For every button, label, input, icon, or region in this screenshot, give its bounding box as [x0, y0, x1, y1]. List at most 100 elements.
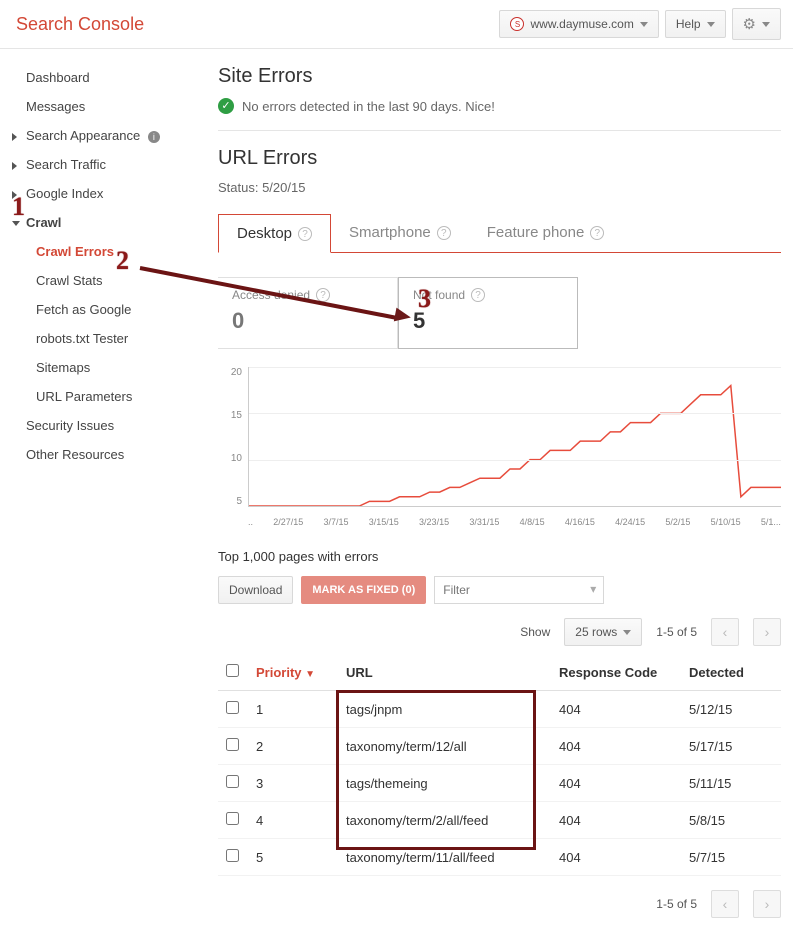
prev-page-button[interactable]: ‹ [711, 618, 739, 646]
row-checkbox[interactable] [226, 738, 239, 751]
y-tick: 15 [218, 410, 242, 421]
divider [218, 130, 781, 131]
annotation-url-highlight [336, 690, 536, 850]
row-detected: 5/8/15 [681, 802, 781, 839]
tab-label: Smartphone [349, 224, 431, 241]
sidebar-item-dashboard[interactable]: Dashboard [6, 63, 200, 92]
tab-label: Feature phone [487, 224, 585, 241]
row-detected: 5/17/15 [681, 728, 781, 765]
app-title: Search Console [16, 14, 144, 35]
row-checkbox-cell [218, 691, 248, 728]
settings-button[interactable]: ⚙ [732, 8, 781, 40]
row-checkbox[interactable] [226, 849, 239, 862]
url-errors-status: Status: 5/20/15 [218, 180, 781, 195]
sort-desc-icon: ▼ [305, 669, 315, 680]
chart-line [249, 367, 781, 506]
statbox-not-found[interactable]: Not found ? 5 [398, 277, 578, 349]
col-detected[interactable]: Detected [681, 654, 781, 691]
chart-area [248, 367, 781, 507]
pager-top: Show 25 rows 1-5 of 5 ‹ › [218, 618, 781, 646]
chevron-down-icon [623, 630, 631, 635]
sidebar-item-security[interactable]: Security Issues [6, 411, 200, 440]
sidebar-item-sitemaps[interactable]: Sitemaps [6, 353, 200, 382]
check-icon: ✓ [218, 98, 234, 114]
sidebar-item-crawl-stats[interactable]: Crawl Stats [6, 266, 200, 295]
row-code: 404 [551, 839, 681, 876]
row-checkbox-cell [218, 802, 248, 839]
chevron-down-icon [640, 22, 648, 27]
errors-chart: 20 15 10 5 ..2/27/153/7/153/15/153/23/15… [218, 367, 781, 527]
col-url[interactable]: URL [338, 654, 551, 691]
select-all-checkbox[interactable] [226, 664, 239, 677]
row-checkbox[interactable] [226, 701, 239, 714]
pager-bottom: 1-5 of 5 ‹ › [218, 890, 781, 918]
row-priority: 4 [248, 802, 338, 839]
col-priority[interactable]: Priority ▼ [248, 654, 338, 691]
help-icon: ? [590, 226, 604, 240]
help-icon: ? [471, 288, 485, 302]
rows-label: 25 rows [575, 625, 617, 639]
sidebar-item-fetch-as-google[interactable]: Fetch as Google [6, 295, 200, 324]
row-priority: 3 [248, 765, 338, 802]
statboxes: Access denied ? 0 Not found ? 5 [218, 277, 781, 349]
sidebar-item-google-index[interactable]: Google Index [6, 179, 200, 208]
site-favicon-icon: S [510, 17, 524, 31]
row-checkbox[interactable] [226, 812, 239, 825]
next-page-button[interactable]: › [753, 618, 781, 646]
row-code: 404 [551, 765, 681, 802]
row-checkbox[interactable] [226, 775, 239, 788]
row-detected: 5/11/15 [681, 765, 781, 802]
help-icon: ? [437, 226, 451, 240]
sidebar-item-label: Search Traffic [26, 157, 106, 172]
tab-desktop[interactable]: Desktop ? [218, 214, 331, 253]
sidebar-item-robots[interactable]: robots.txt Tester [6, 324, 200, 353]
next-page-button[interactable]: › [753, 890, 781, 918]
url-errors-title: URL Errors [218, 147, 781, 170]
table-toolbar: Download MARK AS FIXED (0) ▾ [218, 576, 781, 604]
x-tick: 5/1... [761, 517, 781, 527]
rows-selector-button[interactable]: 25 rows [564, 618, 642, 646]
x-tick: 3/23/15 [419, 517, 449, 527]
help-label: Help [676, 17, 701, 31]
row-checkbox-cell [218, 839, 248, 876]
y-tick: 10 [218, 453, 242, 464]
sidebar-item-crawl[interactable]: Crawl [6, 208, 200, 237]
sidebar-item-url-params[interactable]: URL Parameters [6, 382, 200, 411]
range-label: 1-5 of 5 [656, 625, 697, 639]
prev-page-button[interactable]: ‹ [711, 890, 739, 918]
label-text: Not found [413, 288, 465, 302]
tab-feature-phone[interactable]: Feature phone ? [469, 213, 623, 252]
x-tick: 4/24/15 [615, 517, 645, 527]
filter-icon: ▾ [590, 582, 596, 596]
filter-input[interactable] [434, 576, 604, 604]
chart-y-axis: 20 15 10 5 [218, 367, 246, 507]
row-checkbox-cell [218, 765, 248, 802]
caret-right-icon [12, 133, 17, 141]
statbox-value: 5 [413, 308, 563, 334]
sidebar-item-crawl-errors[interactable]: Crawl Errors [6, 237, 200, 266]
sidebar-item-label: Crawl [26, 215, 61, 230]
show-label: Show [520, 625, 550, 639]
row-priority: 1 [248, 691, 338, 728]
sidebar-item-messages[interactable]: Messages [6, 92, 200, 121]
site-selector-button[interactable]: S www.daymuse.com [499, 10, 658, 38]
tab-smartphone[interactable]: Smartphone ? [331, 213, 469, 252]
mark-fixed-button[interactable]: MARK AS FIXED (0) [301, 576, 426, 604]
row-priority: 5 [248, 839, 338, 876]
caret-right-icon [12, 162, 17, 170]
table-wrap: Priority ▼ URL Response Code Detected 1t… [218, 654, 781, 876]
sidebar-item-search-appearance[interactable]: Search Appearance i [6, 121, 200, 150]
sidebar-item-search-traffic[interactable]: Search Traffic [6, 150, 200, 179]
download-button[interactable]: Download [218, 576, 293, 604]
help-button[interactable]: Help [665, 10, 726, 38]
range-label: 1-5 of 5 [656, 897, 697, 911]
annotation-arrow-head [394, 308, 412, 325]
layout: Dashboard Messages Search Appearance i S… [0, 49, 793, 938]
col-response[interactable]: Response Code [551, 654, 681, 691]
statbox-label: Not found ? [413, 288, 563, 302]
x-tick: 3/15/15 [369, 517, 399, 527]
sidebar: Dashboard Messages Search Appearance i S… [0, 49, 200, 938]
row-checkbox-cell [218, 728, 248, 765]
x-tick: .. [248, 517, 253, 527]
sidebar-item-other[interactable]: Other Resources [6, 440, 200, 469]
